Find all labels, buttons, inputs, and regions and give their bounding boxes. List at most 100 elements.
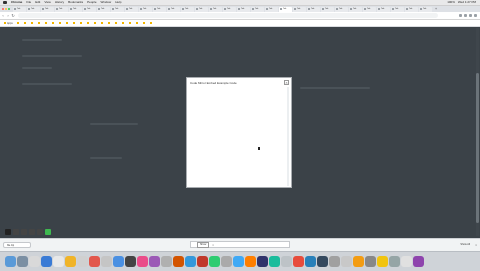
close-window-icon[interactable] [2,8,4,10]
browser-tab[interactable]: Tab [251,6,264,12]
browser-tab[interactable]: Tab [391,6,404,12]
bookmark-item[interactable] [142,22,146,24]
browser-tab[interactable]: Tab [321,6,334,12]
bookmark-item[interactable] [149,22,153,24]
show-all-button[interactable]: Show All [460,242,470,248]
zoom-window-icon[interactable] [8,8,10,10]
dock-app-icon[interactable] [257,256,268,267]
browser-tab[interactable]: Tab [279,6,292,12]
dock-app-icon[interactable] [221,256,232,267]
minimize-window-icon[interactable] [5,8,7,10]
dock-app-icon[interactable] [113,256,124,267]
browser-tab[interactable]: Tab [83,6,96,12]
back-button[interactable]: ‹ [1,13,5,18]
bookmark-item[interactable]: Apps [4,22,13,25]
reload-button[interactable]: ↻ [11,13,15,18]
dock-app-icon[interactable] [317,256,328,267]
profile-icon[interactable] [469,14,472,17]
bookmark-item[interactable] [100,22,104,24]
dock-app-icon[interactable] [389,256,400,267]
browser-tab[interactable]: Tab [153,6,166,12]
browser-tab[interactable]: Tab [335,6,348,12]
browser-tab[interactable]: Tab [41,6,54,12]
page-scrollbar[interactable] [476,28,479,236]
dock-app-icon[interactable] [161,256,172,267]
menu-item-people[interactable]: People [87,0,96,5]
browser-tab[interactable]: Tab [181,6,194,12]
eraser-icon[interactable] [29,229,35,235]
download-item[interactable]: file.zip [3,242,31,248]
browser-tab[interactable]: Tab [167,6,180,12]
dock-app-icon[interactable] [233,256,244,267]
bookmark-item[interactable] [37,22,41,24]
browser-tab[interactable]: Tab [139,6,152,12]
bookmark-item[interactable] [135,22,139,24]
toast-close-icon[interactable]: × [212,242,214,248]
camera-icon[interactable] [37,229,43,235]
browser-tab[interactable]: Tab [209,6,222,12]
toast-button[interactable]: Show [197,241,210,248]
browser-tab[interactable]: Tab [307,6,320,12]
bookmark-item[interactable] [114,22,118,24]
bookmark-item[interactable] [72,22,76,24]
dock-app-icon[interactable] [353,256,364,267]
dock-app-icon[interactable] [269,256,280,267]
browser-tab[interactable]: Tab [69,6,82,12]
dock-app-icon[interactable] [41,256,52,267]
browser-tab[interactable]: Tab [125,6,138,12]
bookmark-item[interactable] [107,22,111,24]
forward-button[interactable]: › [6,13,10,18]
browser-tab[interactable]: Tab [405,6,418,12]
extension-icon[interactable] [459,14,462,17]
dock-app-icon[interactable] [77,256,88,267]
browser-tab[interactable]: Tab [419,6,432,12]
dock-app-icon[interactable] [65,256,76,267]
dock-app-icon[interactable] [137,256,148,267]
browser-tab[interactable]: Tab [27,6,40,12]
browser-tab[interactable]: Tab [265,6,278,12]
dock-app-icon[interactable] [125,256,136,267]
browser-tab[interactable]: Tab [293,6,306,12]
dock-app-icon[interactable] [17,256,28,267]
clock[interactable]: Wed 1:27 PM [458,0,476,5]
dock-app-icon[interactable] [293,256,304,267]
dock-app-icon[interactable] [173,256,184,267]
menu-icon[interactable] [474,14,477,17]
bookmark-item[interactable] [65,22,69,24]
new-tab-button[interactable]: + [434,7,438,11]
dock-app-icon[interactable] [245,256,256,267]
bookmark-item[interactable] [58,22,62,24]
close-icon[interactable]: × [284,80,289,85]
pen-icon[interactable] [13,229,19,235]
bookmark-item[interactable] [44,22,48,24]
bookmark-item[interactable] [51,22,55,24]
dock-app-icon[interactable] [197,256,208,267]
browser-tab[interactable]: Tab [55,6,68,12]
browser-tab[interactable]: Tab [349,6,362,12]
record-icon[interactable] [5,229,11,235]
dock-app-icon[interactable] [281,256,292,267]
battery-status[interactable]: 100% [447,0,455,5]
bookmark-item[interactable] [93,22,97,24]
close-icon[interactable]: × [475,242,477,248]
dock-app-icon[interactable] [377,256,388,267]
dock-app-icon[interactable] [5,256,16,267]
menu-item-edit[interactable]: Edit [35,0,40,5]
browser-tab[interactable]: Tab [13,6,26,12]
bookmark-item[interactable] [30,22,34,24]
menu-item-view[interactable]: View [44,0,50,5]
menu-item-bookmarks[interactable]: Bookmarks [68,0,83,5]
dock-app-icon[interactable] [413,256,424,267]
extension-icon[interactable] [464,14,467,17]
browser-tab[interactable]: Tab [237,6,250,12]
dock-app-icon[interactable] [305,256,316,267]
browser-tab[interactable]: Tab [363,6,376,12]
browser-tab[interactable]: Tab [223,6,236,12]
menu-item-help[interactable]: Help [115,0,121,5]
browser-tab[interactable]: Tab [97,6,110,12]
dock-app-icon[interactable] [329,256,340,267]
bookmark-item[interactable] [79,22,83,24]
address-bar[interactable] [18,13,438,18]
browser-tab[interactable]: Tab [377,6,390,12]
bookmark-item[interactable] [16,22,20,24]
